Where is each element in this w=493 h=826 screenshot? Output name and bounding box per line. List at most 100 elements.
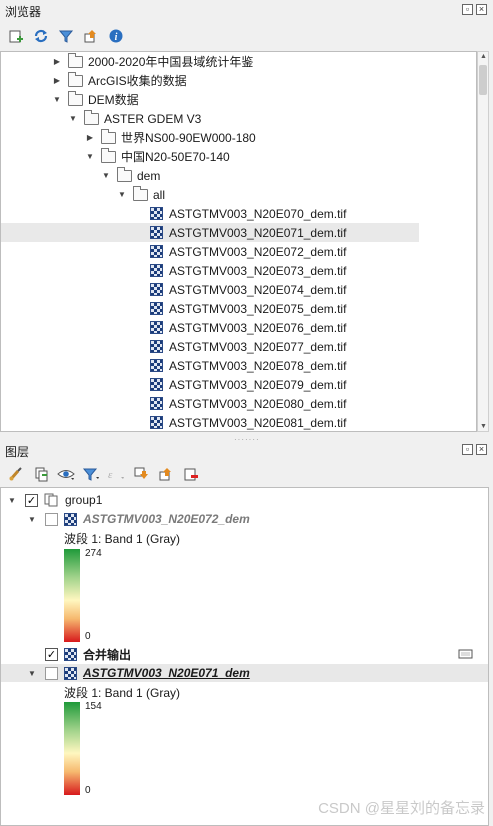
svg-text:i: i [114, 32, 117, 43]
folder-icon [101, 128, 116, 144]
expression-filter-icon[interactable]: ε [106, 465, 125, 484]
tree-item[interactable]: ▼ all [1, 185, 476, 204]
collapse-all-icon[interactable] [156, 465, 175, 484]
collapse-arrow-icon[interactable]: ▼ [117, 190, 127, 200]
layer-name: ASTGTMV003_N20E071_dem [83, 666, 250, 680]
folder-icon [68, 71, 83, 87]
layers-toolbar: ε [0, 461, 493, 487]
tree-raster-item[interactable]: ASTGTMV003_N20E077_dem.tif [1, 337, 476, 356]
float-panel-button[interactable]: ▫ [462, 4, 473, 15]
raster-icon [150, 207, 163, 220]
group-label: group1 [65, 493, 103, 507]
tree-raster-item[interactable]: ASTGTMV003_N20E070_dem.tif [1, 204, 476, 223]
tree-raster-item-selected[interactable]: ASTGTMV003_N20E071_dem.tif [1, 223, 419, 242]
tree-raster-item[interactable]: ASTGTMV003_N20E072_dem.tif [1, 242, 476, 261]
tree-raster-item[interactable]: ASTGTMV003_N20E074_dem.tif [1, 280, 476, 299]
color-ramp [64, 549, 80, 642]
layer-tree[interactable]: ▼ ✓ group1 ▼ ASTGTMV003_N20E072_dem 波段 1… [0, 487, 489, 826]
tree-raster-item[interactable]: ASTGTMV003_N20E075_dem.tif [1, 299, 476, 318]
browser-scrollbar[interactable]: ▲ ▼ [477, 51, 489, 432]
band-label: 波段 1: Band 1 (Gray) [64, 532, 181, 546]
tree-raster-item[interactable]: ASTGTMV003_N20E073_dem.tif [1, 261, 476, 280]
raster-layer-icon [64, 647, 77, 661]
collapse-arrow-icon[interactable]: ▼ [68, 114, 78, 124]
expand-arrow-icon[interactable]: ▶ [52, 76, 62, 86]
collapse-arrow-icon[interactable]: ▼ [101, 171, 111, 181]
tree-item[interactable]: ▼ ASTER GDEM V3 [1, 109, 476, 128]
remove-layer-icon[interactable] [181, 465, 200, 484]
folder-open-icon [133, 185, 148, 201]
group-visibility-checkbox[interactable]: ✓ [25, 493, 38, 507]
close-panel-button[interactable]: × [476, 444, 487, 455]
layer-visibility-checkbox[interactable]: ✓ [45, 647, 58, 661]
close-panel-button[interactable]: × [476, 4, 487, 15]
svg-text:ε: ε [108, 469, 113, 481]
layer-row[interactable]: ✓ 合并输出 [1, 645, 488, 663]
color-ramp [64, 702, 80, 795]
ramp-max-label: 154 [85, 701, 102, 712]
memory-layer-icon[interactable] [458, 648, 474, 660]
float-panel-button[interactable]: ▫ [462, 444, 473, 455]
panel-splitter[interactable]: ······· [0, 433, 493, 444]
raster-icon [150, 416, 163, 429]
folder-icon [68, 52, 83, 68]
collapse-arrow-icon[interactable]: ▼ [85, 152, 95, 162]
style-brush-icon[interactable] [6, 465, 25, 484]
collapse-all-icon[interactable] [81, 27, 100, 46]
raster-layer-icon [64, 666, 77, 680]
raster-icon [150, 378, 163, 391]
filter-legend-icon[interactable] [81, 465, 100, 484]
collapse-arrow-icon[interactable]: ▼ [52, 95, 62, 105]
tree-raster-item[interactable]: ASTGTMV003_N20E081_dem.tif [1, 413, 476, 431]
raster-icon [150, 283, 163, 296]
tree-item[interactable]: ▶ 世界NS00-90EW000-180 [1, 128, 476, 147]
tree-raster-item[interactable]: ASTGTMV003_N20E080_dem.tif [1, 394, 476, 413]
layers-panel-title-bar: 图层 ▫ × [0, 440, 493, 462]
add-layer-icon[interactable] [6, 27, 25, 46]
layer-visibility-checkbox[interactable] [45, 666, 58, 680]
layers-panel-title: 图层 [5, 444, 30, 459]
tree-raster-item[interactable]: ASTGTMV003_N20E079_dem.tif [1, 375, 476, 394]
tree-raster-item[interactable]: ASTGTMV003_N20E076_dem.tif [1, 318, 476, 337]
tree-item[interactable]: ▼ dem [1, 166, 476, 185]
scrollbar-thumb[interactable] [479, 65, 487, 95]
raster-icon [150, 397, 163, 410]
visibility-eye-icon[interactable] [56, 465, 75, 484]
raster-icon [150, 264, 163, 277]
browser-toolbar: i [0, 23, 493, 49]
collapse-arrow-icon[interactable]: ▼ [27, 514, 37, 524]
collapse-arrow-icon[interactable]: ▼ [27, 668, 37, 678]
raster-icon [150, 359, 163, 372]
expand-all-icon[interactable] [131, 465, 150, 484]
filter-icon[interactable] [56, 27, 75, 46]
tree-raster-item[interactable]: ASTGTMV003_N20E078_dem.tif [1, 356, 476, 375]
layer-row-selected[interactable]: ▼ ASTGTMV003_N20E071_dem [1, 664, 488, 682]
collapse-arrow-icon[interactable]: ▼ [7, 495, 17, 505]
expand-arrow-icon[interactable]: ▶ [85, 133, 95, 143]
raster-icon [150, 245, 163, 258]
tree-item[interactable]: ▶ 2000-2020年中国县域统计年鉴 [1, 52, 476, 71]
tree-item[interactable]: ▼ DEM数据 [1, 90, 476, 109]
add-group-icon[interactable] [31, 465, 50, 484]
info-icon[interactable]: i [106, 27, 125, 46]
scroll-up-icon[interactable]: ▲ [479, 53, 488, 60]
tree-item[interactable]: ▶ ArcGIS收集的数据 [1, 71, 476, 90]
layer-row[interactable]: ▼ ASTGTMV003_N20E072_dem [1, 510, 488, 528]
ramp-min-label: 0 [85, 631, 91, 642]
tree-item[interactable]: ▼ 中国N20-50E70-140 [1, 147, 476, 166]
layer-group-row[interactable]: ▼ ✓ group1 [1, 491, 488, 509]
layer-visibility-checkbox[interactable] [45, 512, 58, 526]
layer-name: 合并输出 [83, 647, 132, 662]
raster-layer-icon [64, 512, 77, 526]
expand-arrow-icon[interactable]: ▶ [52, 57, 62, 67]
browser-tree[interactable]: ▶ 2000-2020年中国县域统计年鉴 ▶ ArcGIS收集的数据 ▼ DEM数据 … [0, 51, 477, 432]
ramp-max-label: 274 [85, 548, 102, 559]
refresh-icon[interactable] [31, 27, 50, 46]
scroll-down-icon[interactable]: ▼ [479, 423, 488, 430]
folder-open-icon [117, 166, 132, 182]
raster-icon [150, 340, 163, 353]
raster-icon [150, 321, 163, 334]
raster-icon [150, 302, 163, 315]
band-label: 波段 1: Band 1 (Gray) [64, 686, 181, 700]
folder-open-icon [101, 147, 116, 163]
